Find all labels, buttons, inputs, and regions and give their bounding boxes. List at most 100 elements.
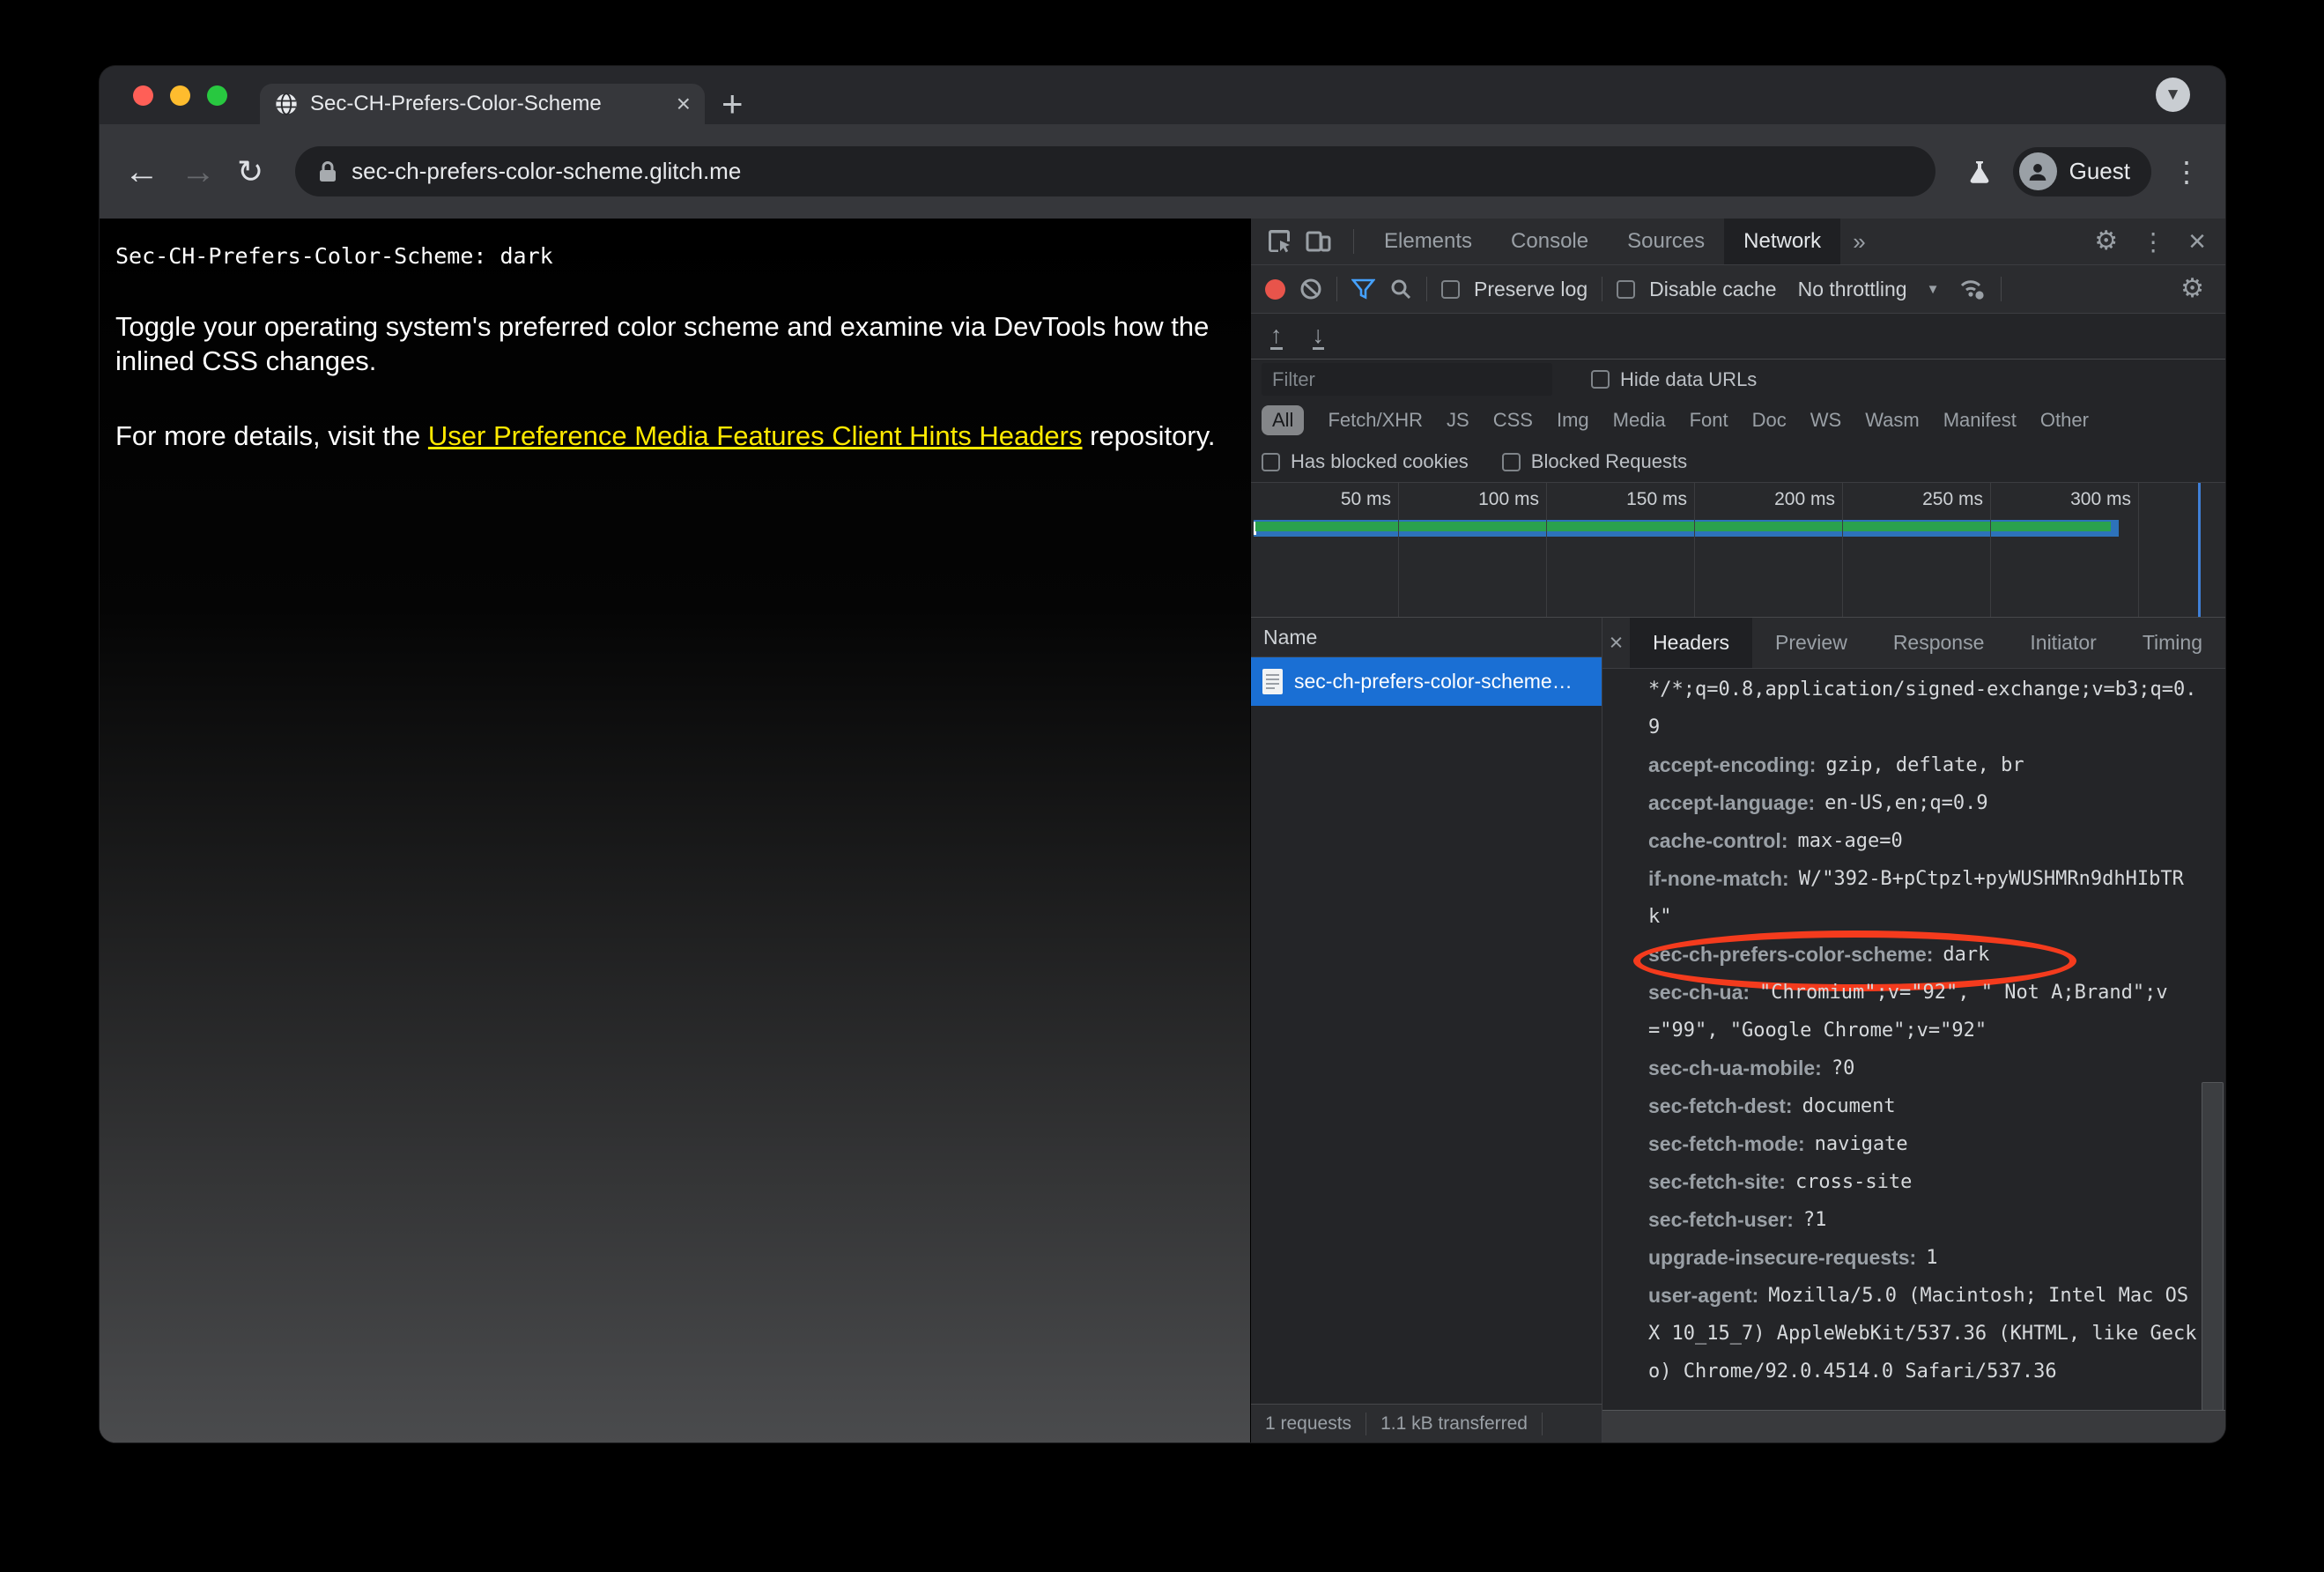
header-value: max-age=0	[1797, 830, 1903, 852]
inspect-element-icon[interactable]	[1265, 227, 1293, 256]
timeline-tick-label: 300 ms	[2070, 489, 2131, 509]
transferred-size: 1.1 kB transferred	[1380, 1413, 1528, 1434]
devtools-settings-gear-icon[interactable]: ⚙	[2094, 228, 2118, 255]
maximize-window-button[interactable]	[207, 85, 227, 106]
preserve-log-checkbox[interactable]	[1441, 279, 1460, 299]
request-type-chip[interactable]: Wasm	[1865, 409, 1920, 432]
requests-count: 1 requests	[1265, 1413, 1352, 1434]
request-type-chip[interactable]: Img	[1557, 409, 1589, 432]
devtools-tab[interactable]: Console	[1491, 219, 1608, 264]
devtools-tabs: Elements Console Sources Network	[1365, 219, 1841, 264]
timeline-tick-label: 100 ms	[1478, 489, 1539, 509]
devtools-tab[interactable]: Sources	[1608, 219, 1724, 264]
paragraph-text: For more details, visit the	[115, 420, 428, 451]
minimize-window-button[interactable]	[170, 85, 190, 106]
filter-funnel-icon[interactable]	[1351, 278, 1375, 300]
network-overview-timeline[interactable]: 50 ms 100 ms 150 ms 200 ms 250 ms 300 ms	[1251, 483, 2225, 618]
timeline-tick-label: 250 ms	[1922, 489, 1983, 509]
devtools-close-icon[interactable]: ×	[2188, 226, 2206, 256]
header-line: o) Chrome/92.0.4514.0 Safari/537.36	[1648, 1353, 2190, 1390]
header-name: accept-language:	[1648, 791, 1816, 814]
request-type-chip[interactable]: Media	[1613, 409, 1666, 432]
filter-input[interactable]	[1262, 363, 1552, 396]
back-button[interactable]: ←	[124, 154, 159, 189]
timeline-tick-cell: 50 ms	[1251, 483, 1399, 617]
blocked-filters-row: Has blocked cookies Blocked Requests	[1251, 441, 2225, 483]
header-value: Mozilla/5.0 (Macintosh; Intel Mac OS	[1768, 1285, 2189, 1307]
profile-chip[interactable]: Guest	[2012, 146, 2151, 196]
blocked-requests-checkbox[interactable]	[1501, 452, 1521, 471]
details-tab[interactable]: Timing	[2120, 618, 2225, 668]
header-line: sec-fetch-dest: document	[1648, 1087, 2190, 1125]
record-button[interactable]	[1265, 278, 1285, 300]
name-column-header[interactable]: Name	[1251, 618, 1602, 657]
export-har-icon[interactable]: ↓	[1312, 322, 1324, 351]
reload-button[interactable]: ↻	[237, 155, 263, 188]
more-tabs-icon[interactable]: »	[1840, 228, 1877, 256]
browser-tab[interactable]: Sec-CH-Prefers-Color-Scheme ×	[260, 84, 705, 124]
header-name: sec-ch-ua:	[1648, 981, 1750, 1004]
beaker-icon[interactable]	[1967, 159, 1992, 185]
address-bar[interactable]: sec-ch-prefers-color-scheme.glitch.me	[295, 146, 1935, 196]
lock-icon	[320, 160, 337, 182]
header-name: sec-fetch-dest:	[1648, 1094, 1793, 1117]
details-tab[interactable]: Preview	[1752, 618, 1870, 668]
disable-cache-checkbox[interactable]	[1617, 279, 1636, 299]
timeline-tick-cell: 300 ms	[1991, 483, 2139, 617]
device-toolbar-icon[interactable]	[1304, 227, 1332, 256]
page-scheme-readout: Sec-CH-Prefers-Color-Scheme: dark	[115, 243, 553, 269]
import-har-icon[interactable]: ↑	[1270, 322, 1283, 351]
header-name: if-none-match:	[1648, 867, 1789, 890]
details-tabs: Headers Preview Response Initiator Timing	[1630, 618, 2225, 668]
close-window-button[interactable]	[133, 85, 153, 106]
clear-icon[interactable]	[1299, 278, 1322, 300]
request-type-chip[interactable]: CSS	[1493, 409, 1533, 432]
header-value: gzip, deflate, br	[1825, 754, 2024, 776]
hide-data-urls-checkbox[interactable]	[1591, 370, 1610, 389]
details-close-icon[interactable]: ×	[1602, 629, 1630, 656]
network-settings-gear-icon[interactable]: ⚙	[2180, 276, 2204, 302]
devtools-panel: ElementsConsoleSourcesNetwork » ⚙ ⋮ ×	[1250, 219, 2225, 1442]
network-conditions-icon[interactable]	[1958, 277, 1987, 301]
request-type-chip[interactable]: Manifest	[1943, 409, 2017, 432]
request-type-chip[interactable]: Doc	[1752, 409, 1787, 432]
requests-area: Name sec-ch-prefers-color-scheme… 1 requ…	[1251, 618, 2225, 1442]
header-value: o) Chrome/92.0.4514.0 Safari/537.36	[1648, 1361, 2057, 1383]
tab-search-button[interactable]: ▼	[2156, 78, 2190, 112]
devtools-menu-kebab-icon[interactable]: ⋮	[2141, 227, 2165, 256]
header-value: dark	[1943, 944, 1990, 966]
browser-menu-kebab-icon[interactable]: ⋮	[2172, 155, 2201, 189]
request-row-selected[interactable]: sec-ch-prefers-color-scheme…	[1251, 657, 1602, 706]
header-line: sec-fetch-user: ?1	[1648, 1201, 2190, 1239]
details-tab[interactable]: Initiator	[2007, 618, 2119, 668]
request-headers-content[interactable]: */*;q=0.8,application/signed-exchange;v=…	[1602, 669, 2225, 1410]
header-value: ="99", "Google Chrome";v="92"	[1648, 1020, 1987, 1042]
paragraph-text: repository.	[1082, 420, 1216, 451]
devtools-tab[interactable]: Elements	[1365, 219, 1491, 264]
new-tab-button[interactable]: +	[722, 85, 744, 122]
throttling-select[interactable]: No throttling	[1798, 278, 1907, 301]
devtools-tab[interactable]: Network	[1724, 219, 1841, 264]
person-icon	[2029, 163, 2046, 181]
forward-button[interactable]: →	[181, 154, 216, 189]
details-tab[interactable]: Headers	[1630, 618, 1752, 668]
request-type-chip[interactable]: Font	[1690, 409, 1728, 432]
request-type-chip[interactable]: WS	[1810, 409, 1841, 432]
has-blocked-cookies-checkbox[interactable]	[1262, 452, 1280, 471]
header-name: sec-ch-ua-mobile:	[1648, 1057, 1822, 1079]
devtools-tabbar-actions: ⚙ ⋮ ×	[2094, 226, 2225, 256]
repository-link[interactable]: User Preference Media Features Client Hi…	[428, 420, 1083, 451]
browser-window: Sec-CH-Prefers-Color-Scheme × + ▼ ← → ↻ …	[100, 66, 2225, 1442]
request-type-chip[interactable]: All	[1262, 405, 1305, 435]
request-type-chip[interactable]: JS	[1447, 409, 1469, 432]
search-icon[interactable]	[1389, 278, 1412, 300]
header-line: upgrade-insecure-requests: 1	[1648, 1239, 2190, 1277]
details-tab[interactable]: Response	[1870, 618, 2008, 668]
request-type-chip[interactable]: Fetch/XHR	[1328, 409, 1423, 432]
network-toolbar: Preserve log Disable cache No throttling…	[1251, 265, 2225, 314]
request-type-chip[interactable]: Other	[2040, 409, 2089, 432]
throttling-dropdown-arrow-icon[interactable]: ▼	[1927, 282, 1940, 297]
url-text: sec-ch-prefers-color-scheme.glitch.me	[352, 158, 742, 184]
details-scrollbar-thumb[interactable]	[2202, 1082, 2224, 1411]
tab-close-icon[interactable]: ×	[677, 92, 691, 116]
